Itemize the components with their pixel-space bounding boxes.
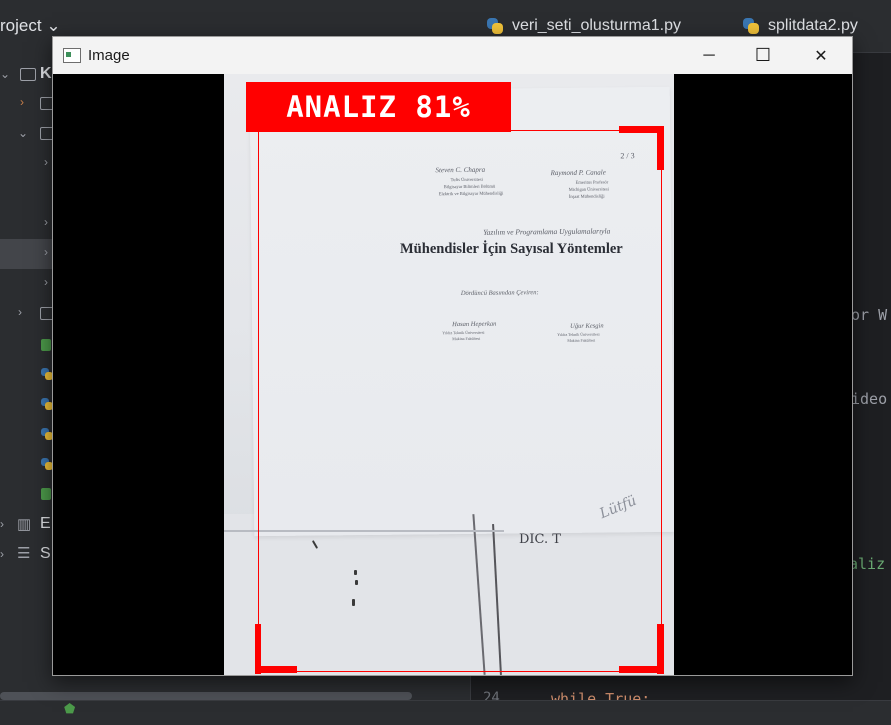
code-line: ideo [851, 390, 888, 408]
python-file-icon [486, 17, 504, 35]
scratches-icon: ☰ [17, 545, 31, 562]
chevron-right-icon: › [0, 547, 4, 561]
detection-corner [619, 126, 664, 133]
folder-icon [20, 68, 36, 81]
tab-label: veri_seti_olusturma1.py [512, 17, 681, 34]
tree-item-label: K [40, 65, 52, 82]
window-title: Image [88, 47, 130, 64]
python-file-icon [742, 17, 760, 35]
library-icon: ▥ [17, 516, 32, 533]
close-icon: ✕ [814, 47, 828, 65]
detection-label: ANALIZ 81% [246, 82, 511, 132]
file-icon[interactable] [41, 488, 51, 500]
chevron-right-icon: › [0, 517, 4, 531]
maximize-icon: ☐ [754, 45, 772, 65]
detection-corner [255, 666, 297, 673]
tab-splitdata2[interactable]: splitdata2.py [742, 14, 858, 38]
tab-label: splitdata2.py [768, 17, 858, 34]
image-window[interactable]: Image ─ ☐ ✕ 2 / 3 Steven C. Chapra Tufts… [52, 36, 853, 676]
chevron-right-icon: › [18, 305, 22, 319]
status-icon[interactable]: ⬟ [64, 701, 75, 717]
detection-box [258, 130, 662, 672]
code-line: or W [851, 306, 888, 324]
maximize-button[interactable]: ☐ [740, 37, 786, 74]
detection-corner [619, 666, 664, 673]
code-line: aliz [849, 555, 886, 573]
status-bar: ⬟ [0, 700, 891, 725]
file-icon[interactable] [41, 339, 51, 351]
tab-veri-seti-olusturma1[interactable]: veri_seti_olusturma1.py [486, 14, 681, 38]
chevron-right-icon: › [44, 155, 48, 169]
external-libraries-label[interactable]: E [40, 515, 51, 533]
scratches-label[interactable]: S [40, 545, 51, 563]
project-title[interactable]: roject ⌄ [0, 16, 61, 36]
chevron-right-icon: › [44, 275, 48, 289]
chevron-down-icon: ⌄ [46, 16, 61, 35]
chevron-right-icon: › [20, 95, 24, 109]
window-app-icon [63, 48, 81, 63]
chevron-down-icon: ⌄ [18, 126, 29, 140]
chevron-down-icon: ⌄ [0, 67, 11, 81]
close-button[interactable]: ✕ [798, 37, 844, 74]
detection-label-text: ANALIZ 81% [286, 90, 471, 124]
minimize-button[interactable]: ─ [686, 37, 732, 74]
image-viewport: 2 / 3 Steven C. Chapra Tufts Üniversites… [53, 74, 852, 675]
window-titlebar[interactable]: Image ─ ☐ ✕ [53, 37, 852, 74]
chevron-right-icon: › [44, 215, 48, 229]
minimize-icon: ─ [703, 46, 715, 64]
chevron-right-icon: › [44, 245, 48, 259]
horizontal-scrollbar[interactable] [0, 692, 412, 700]
